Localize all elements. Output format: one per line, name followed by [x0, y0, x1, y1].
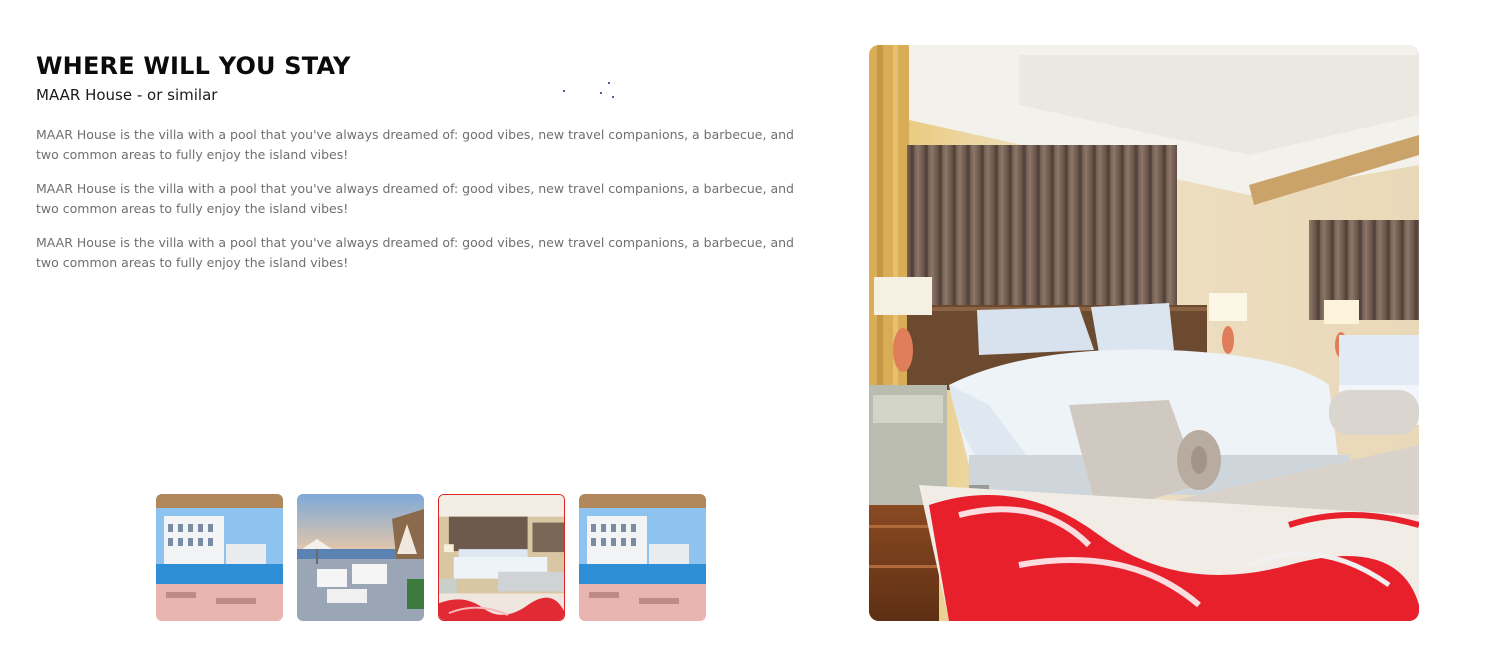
accommodation-info: WHERE WILL YOU STAY MAAR House - or simi… — [36, 50, 806, 287]
loading-dots — [560, 80, 620, 100]
description-block: MAAR House is the villa with a pool that… — [36, 125, 806, 272]
accommodation-name: MAAR House - or similar — [36, 86, 218, 104]
thumbnail-hotel-bedroom[interactable] — [438, 494, 565, 621]
pool-exterior-image — [156, 494, 283, 621]
hotel-bedroom-image — [869, 45, 1419, 621]
thumbnail-pool-exterior[interactable] — [156, 494, 283, 621]
where-will-you-stay-section: WHERE WILL YOU STAY MAAR House - or simi… — [0, 0, 1510, 650]
main-hotel-bedroom-image — [869, 45, 1419, 621]
thumbnail-gallery — [156, 494, 706, 621]
description-paragraph: MAAR House is the villa with a pool that… — [36, 235, 794, 270]
description-paragraph: MAAR House is the villa with a pool that… — [36, 181, 794, 216]
thumbnail-pool-exterior[interactable] — [579, 494, 706, 621]
pool-exterior-image — [579, 494, 706, 621]
seaside-terrace-image — [297, 494, 424, 621]
hotel-bedroom-image — [439, 495, 564, 620]
thumbnail-seaside-terrace[interactable] — [297, 494, 424, 621]
description-paragraph: MAAR House is the villa with a pool that… — [36, 127, 794, 162]
section-title: WHERE WILL YOU STAY — [36, 52, 351, 80]
